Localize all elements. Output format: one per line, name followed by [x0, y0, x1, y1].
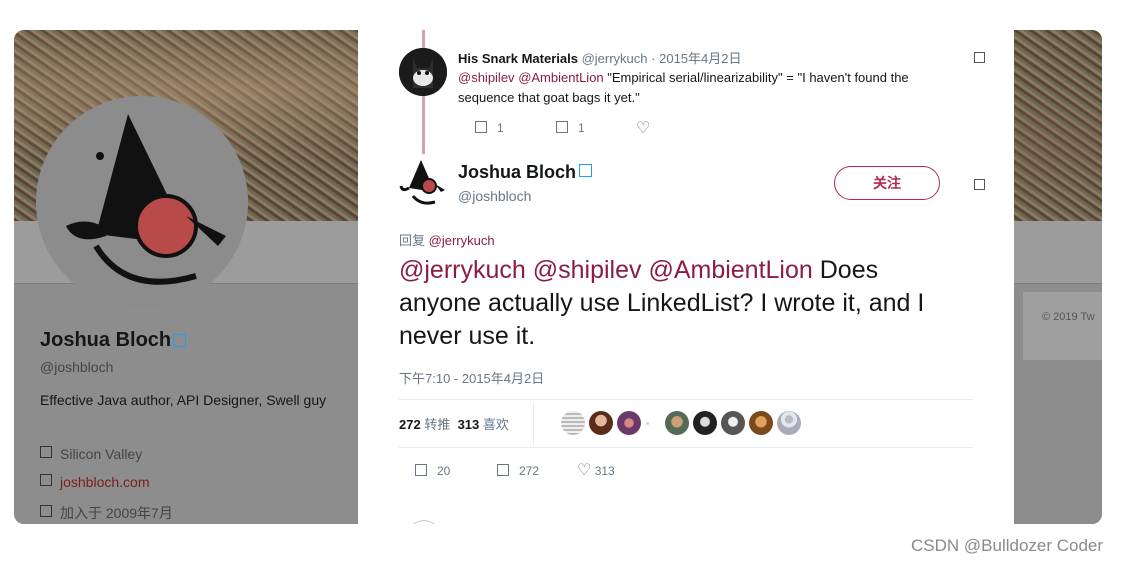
profile-bio: Effective Java author, API Designer, Swe… — [40, 392, 327, 408]
verified-icon — [173, 334, 187, 348]
liker-avatar[interactable] — [693, 411, 717, 435]
main-tweet-text: @jerrykuch @shipilev @AmbientLion Does a… — [399, 254, 959, 353]
heart-icon: ♡ — [636, 120, 651, 137]
liker-avatar[interactable] — [665, 411, 689, 435]
profile-website[interactable]: joshbloch.com — [40, 474, 150, 490]
stats-divider — [533, 402, 534, 446]
watermark: CSDN @Bulldozer Coder — [911, 536, 1104, 555]
parent-tweet-avatar[interactable] — [399, 48, 447, 96]
profile-handle: @joshbloch — [40, 359, 114, 375]
liker-avatar[interactable] — [617, 411, 641, 435]
parent-author-handle[interactable]: @jerrykuch — [582, 51, 648, 66]
joined-text: 加入于 2009年7月 — [60, 505, 173, 521]
retweets-count[interactable]: 272 — [399, 417, 421, 432]
website-link[interactable]: joshbloch.com — [60, 474, 150, 490]
main-tweet-menu-icon[interactable] — [974, 179, 985, 190]
divider — [399, 447, 973, 448]
reply-to-handle[interactable]: @jerrykuch — [429, 233, 495, 248]
retweets-label[interactable]: 转推 — [424, 417, 450, 432]
likes-label[interactable]: 喜欢 — [483, 417, 509, 432]
reply-icon — [415, 464, 427, 476]
parent-author-name[interactable]: His Snark Materials — [458, 51, 578, 66]
main-like-count: 313 — [594, 464, 615, 478]
main-reply-count: 20 — [437, 464, 451, 478]
liker-avatar[interactable] — [721, 411, 745, 435]
follow-button[interactable]: 关注 — [834, 166, 940, 200]
main-tweet-avatar[interactable] — [399, 158, 447, 208]
parent-tweet-header: His Snark Materials @jerrykuch · 2015年4月… — [458, 48, 742, 67]
reply-to-label: 回复 — [399, 233, 426, 248]
meta-separator: · — [651, 51, 656, 66]
calendar-icon — [40, 505, 52, 517]
link-icon — [40, 474, 52, 486]
tweet-stats: 272 转推 313 喜欢 — [399, 414, 509, 433]
main-tweet-timestamp[interactable]: 下午7:10 - 2015年4月2日 — [399, 368, 544, 387]
liker-avatar[interactable] — [777, 411, 801, 435]
location-text: Silicon Valley — [60, 446, 143, 462]
screenshot-frame: Joshua Bloch @joshbloch Effective Java a… — [14, 30, 1102, 524]
mention-link[interactable]: @AmbientLion — [518, 70, 603, 85]
retweet-icon — [556, 121, 568, 133]
retweet-icon — [497, 464, 509, 476]
main-author-name[interactable]: Joshua Bloch — [458, 162, 593, 183]
replying-to: 回复 @jerrykuch — [399, 230, 495, 249]
parent-retweet-action[interactable]: 1 — [556, 121, 585, 135]
liker-avatar[interactable] — [561, 411, 585, 435]
parent-like-action[interactable]: ♡ — [636, 118, 650, 138]
main-reply-action[interactable]: 20 — [415, 464, 450, 478]
parent-reply-action[interactable]: 1 — [475, 121, 504, 135]
reply-icon — [475, 121, 487, 133]
parent-tweet-text: @shipilev @AmbientLion "Empirical serial… — [458, 68, 968, 108]
duke-mascot-icon — [399, 160, 445, 205]
mention-link[interactable]: @shipilev — [458, 70, 515, 85]
cat-avatar-icon — [399, 48, 447, 96]
parent-retweet-count: 1 — [578, 121, 585, 135]
main-author-name-text: Joshua Bloch — [458, 162, 577, 182]
next-reply-avatar[interactable] — [408, 520, 440, 524]
separator-dot — [646, 422, 649, 425]
liker-avatar[interactable] — [589, 411, 613, 435]
main-like-action[interactable]: ♡ 313 — [577, 460, 615, 480]
main-tweet-mentions[interactable]: @jerrykuch @shipilev @AmbientLion — [399, 256, 813, 284]
tweet-detail-panel: His Snark Materials @jerrykuch · 2015年4月… — [358, 30, 1014, 524]
main-author-handle[interactable]: @joshbloch — [458, 188, 531, 204]
main-retweet-action[interactable]: 272 — [497, 464, 539, 478]
profile-name: Joshua Bloch — [40, 329, 187, 352]
location-icon — [40, 446, 52, 458]
profile-name-text: Joshua Bloch — [40, 329, 172, 351]
profile-avatar[interactable] — [36, 96, 248, 308]
likes-count[interactable]: 313 — [458, 417, 480, 432]
liker-avatar[interactable] — [749, 411, 773, 435]
parent-tweet-date[interactable]: 2015年4月2日 — [659, 51, 741, 66]
profile-joined: 加入于 2009年7月 — [40, 503, 173, 523]
duke-mascot-icon — [36, 96, 248, 308]
footer-card — [1023, 292, 1102, 360]
parent-tweet-menu-icon[interactable] — [974, 52, 985, 63]
parent-reply-count: 1 — [497, 121, 504, 135]
verified-icon — [579, 164, 593, 177]
heart-icon: ♡ — [577, 462, 592, 479]
divider — [399, 399, 973, 400]
copyright-text: © 2019 Tw — [1042, 311, 1095, 323]
profile-location: Silicon Valley — [40, 446, 142, 462]
main-retweet-count: 272 — [519, 464, 540, 478]
